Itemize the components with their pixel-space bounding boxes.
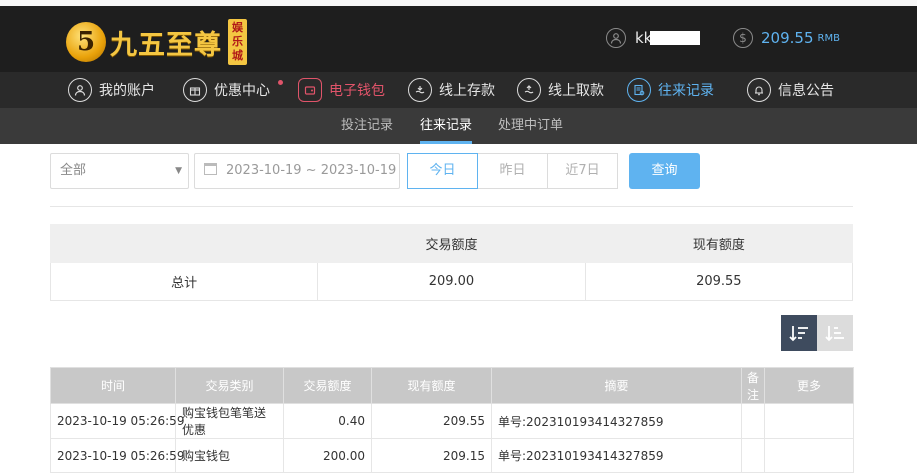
- nav-label: 我的账户: [99, 83, 155, 99]
- logo-mark: 5: [66, 22, 106, 62]
- records-content: 全部 ▼ 2023-10-19 ~ 2023-10-19 今日 昨日 近7日 查…: [0, 144, 917, 475]
- cell-balance: 209.15: [371, 438, 492, 473]
- logo-badge: 娱乐城: [228, 19, 247, 65]
- nav-label: 线上存款: [439, 83, 495, 99]
- deposit-icon: [408, 78, 432, 102]
- yesterday-button[interactable]: 昨日: [477, 153, 548, 189]
- sub-nav: 投注记录 往来记录 处理中订单: [0, 108, 917, 144]
- last-7-days-button[interactable]: 近7日: [547, 153, 618, 189]
- col-header-more[interactable]: 更多: [764, 367, 854, 404]
- cell-time: 2023-10-19 05:26:59: [50, 403, 184, 439]
- sort-controls: [781, 315, 853, 351]
- summary-current-balance: 209.55: [584, 262, 854, 301]
- date-range-value: 2023-10-19 ~ 2023-10-19: [226, 163, 397, 178]
- table-row[interactable]: 2023-10-19 05:26:59 购宝钱包笔笔送优惠 0.40 209.5…: [50, 403, 854, 439]
- tab-pending-orders[interactable]: 处理中订单: [498, 108, 563, 144]
- cell-time: 2023-10-19 05:26:59: [50, 438, 184, 473]
- nav-label: 信息公告: [778, 83, 834, 99]
- summary-header-row: 交易额度 现有额度: [49, 224, 854, 263]
- col-header-balance[interactable]: 现有额度: [371, 367, 492, 404]
- nav-item-deposit[interactable]: 线上存款: [408, 72, 495, 108]
- records-header-row: 时间 交易类别 交易额度 现有额度 摘要 备注 更多: [50, 367, 854, 404]
- col-header-time[interactable]: 时间: [50, 367, 176, 404]
- cell-summary: 单号:20231019341432​7859: [491, 403, 742, 439]
- nav-item-records[interactable]: 往来记录: [627, 72, 714, 108]
- nav-item-promotions[interactable]: 优惠中心: [183, 72, 270, 108]
- summary-total-label: 总计: [49, 262, 319, 301]
- nav-label: 电子钱包: [329, 83, 385, 99]
- today-button[interactable]: 今日: [407, 153, 478, 189]
- summary-table: 交易额度 现有额度 总计 209.00 209.55: [49, 224, 854, 301]
- nav-item-announcements[interactable]: 信息公告: [747, 72, 834, 108]
- username-redaction: [650, 31, 701, 45]
- site-logo[interactable]: 5 九五至尊 娱乐城: [66, 16, 247, 68]
- table-row[interactable]: 2023-10-19 05:26:59 购宝钱包 200.00 209.15 单…: [50, 438, 854, 473]
- gift-icon: [183, 78, 207, 102]
- quick-range-buttons: 今日 昨日 近7日: [407, 153, 618, 189]
- summary-total-row: 总计 209.00 209.55: [49, 262, 854, 301]
- nav-item-withdraw[interactable]: 线上取款: [517, 72, 604, 108]
- nav-label: 线上取款: [548, 83, 604, 99]
- cell-amount: 200.00: [283, 438, 372, 473]
- col-header-amount[interactable]: 交易额度: [283, 367, 372, 404]
- col-header-type[interactable]: 交易类别: [175, 367, 284, 404]
- cell-more[interactable]: [764, 438, 854, 473]
- records-table: 时间 交易类别 交易额度 现有额度 摘要 备注 更多 2023-10-19 05…: [50, 367, 854, 473]
- logo-text: 九五至尊: [110, 29, 222, 61]
- cell-amount: 0.40: [283, 403, 372, 439]
- sort-descending-icon[interactable]: [781, 315, 817, 351]
- cell-type: 购宝钱包笔笔送优惠: [175, 403, 284, 439]
- type-select-value: 全部: [60, 163, 87, 178]
- cell-more[interactable]: [764, 403, 854, 439]
- user-icon: [606, 28, 626, 48]
- cell-summary: 单号:202310193414327859: [491, 438, 742, 473]
- calendar-icon: [204, 163, 217, 175]
- cell-remark: [741, 438, 765, 473]
- bell-icon: [747, 78, 771, 102]
- notification-dot: [278, 80, 283, 85]
- nav-label: 往来记录: [658, 83, 714, 99]
- user-info[interactable]: kk: [606, 28, 701, 48]
- cell-remark: [741, 403, 765, 439]
- wallet-icon: [298, 78, 322, 102]
- withdraw-icon: [517, 78, 541, 102]
- date-range-input[interactable]: 2023-10-19 ~ 2023-10-19: [194, 153, 400, 189]
- nav-item-account[interactable]: 我的账户: [68, 72, 155, 108]
- summary-transaction-total: 209.00: [317, 262, 586, 301]
- cell-type: 购宝钱包: [175, 438, 284, 473]
- balance-amount: 209.55: [761, 29, 814, 47]
- divider: [50, 206, 853, 207]
- top-header: 5 九五至尊 娱乐城 kk $ 209.55 RMB: [0, 0, 917, 72]
- dollar-icon: $: [733, 28, 753, 48]
- col-header-summary[interactable]: 摘要: [491, 367, 742, 404]
- nav-label: 优惠中心: [214, 83, 270, 99]
- records-icon: [627, 78, 651, 102]
- caret-down-icon: ▼: [175, 166, 182, 176]
- type-select[interactable]: 全部 ▼: [50, 153, 189, 189]
- nav-item-wallet[interactable]: 电子钱包: [298, 72, 385, 108]
- tab-bet-records[interactable]: 投注记录: [341, 108, 393, 144]
- summary-header-cell: 现有额度: [584, 224, 854, 263]
- balance-unit: RMB: [817, 32, 840, 44]
- tab-transaction-records[interactable]: 往来记录: [420, 108, 473, 144]
- user-icon: [68, 78, 92, 102]
- cell-balance: 209.55: [371, 403, 492, 439]
- sort-ascending-icon[interactable]: [817, 315, 853, 351]
- search-button[interactable]: 查询: [629, 153, 700, 189]
- main-nav: 我的账户 优惠中心 电子钱包 线上存款 线上取款 往来记录 信息公告: [0, 72, 917, 108]
- balance-info: $ 209.55 RMB: [733, 28, 840, 48]
- summary-header-cell: [49, 224, 319, 263]
- summary-header-cell: 交易额度: [317, 224, 586, 263]
- col-header-remark[interactable]: 备注: [741, 367, 765, 404]
